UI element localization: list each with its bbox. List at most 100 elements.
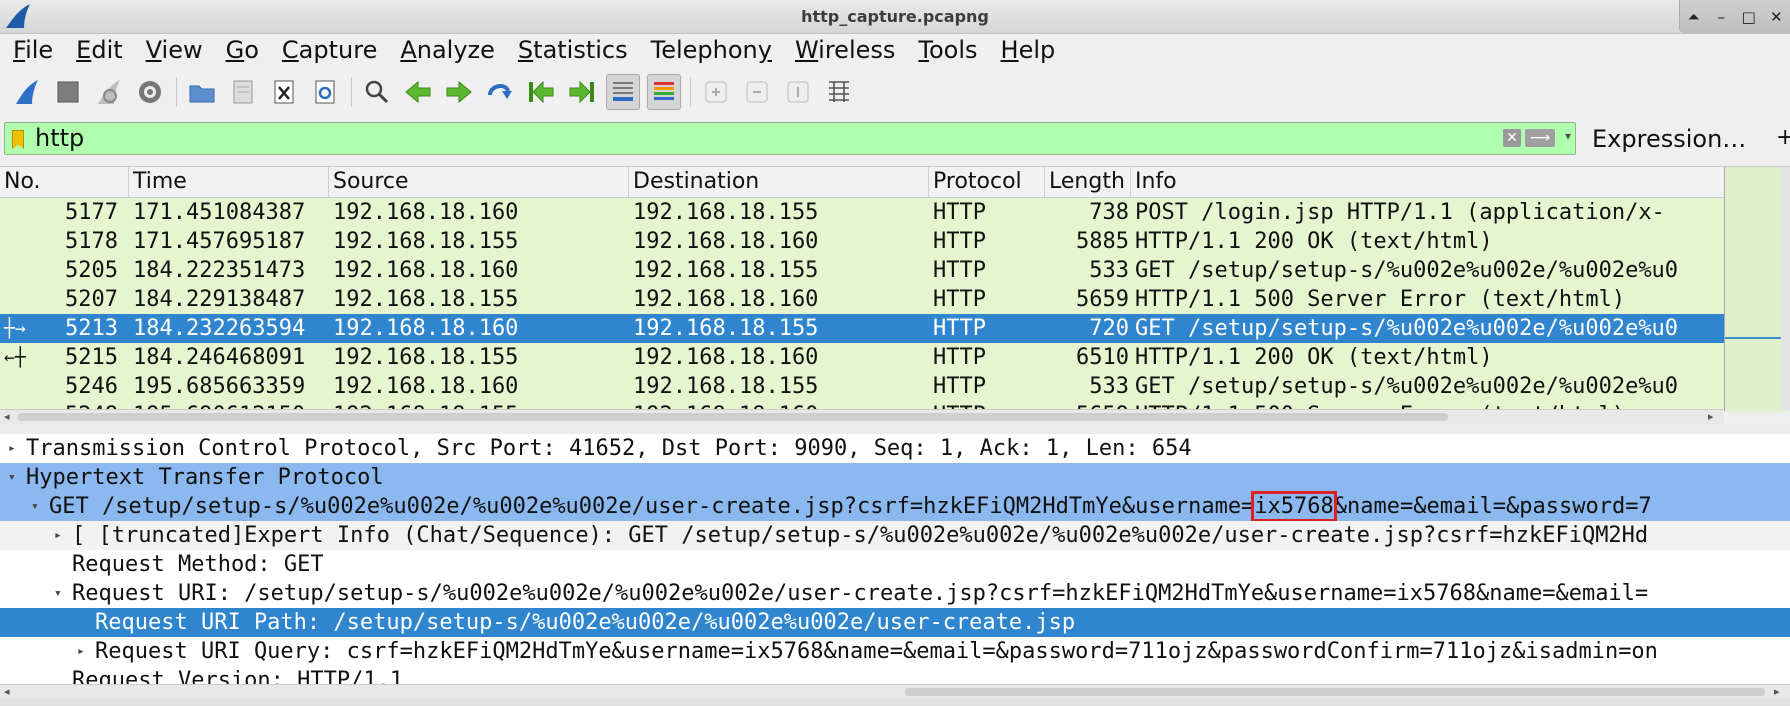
menu-go[interactable]: Go xyxy=(213,36,269,64)
column-header-source[interactable]: Source xyxy=(329,167,629,197)
minimize-window-button[interactable]: – xyxy=(1710,8,1732,26)
packet-row[interactable]: 5177 171.451084387 192.168.18.160 192.168.1… xyxy=(0,198,1724,227)
detail-tree-item[interactable]: ▸ Request URI Query: csrf=hzkEFiQM2HdTmYe… xyxy=(0,637,1790,666)
autoscroll-icon[interactable] xyxy=(606,74,640,110)
packet-row[interactable]: 5205 184.222351473 192.168.18.160 192.168.1… xyxy=(0,256,1724,285)
detail-tree-item[interactable]: Request URI Path: /setup/setup-s/%u002e%… xyxy=(0,608,1790,637)
apply-filter-icon[interactable]: ⟶ xyxy=(1525,129,1555,147)
column-header-length[interactable]: Length xyxy=(1045,167,1131,197)
packet-minimap[interactable] xyxy=(1724,167,1782,411)
packet-cell-proto: HTTP xyxy=(933,287,986,312)
last-packet-icon[interactable] xyxy=(565,74,599,110)
scrollbar-thumb[interactable] xyxy=(905,688,1765,696)
packet-cell-info: HTTP/1.1 200 OK (text/html) xyxy=(1135,229,1493,254)
scrollbar-thumb[interactable] xyxy=(18,413,1448,421)
menu-capture[interactable]: Capture xyxy=(269,36,387,64)
zoom-in-icon[interactable] xyxy=(699,74,733,110)
detail-tree-item[interactable]: ▾ GET /setup/setup-s/%u002e%u002e/%u002e%… xyxy=(0,491,1790,522)
packet-cell-dst: 192.168.18.160 xyxy=(633,345,819,370)
minimap-selection-marker xyxy=(1725,337,1782,339)
packet-list-horizontal-scrollbar[interactable]: ◂ ▸ xyxy=(0,409,1724,424)
packet-row[interactable]: ←┼ 5215 184.246468091 192.168.18.155 192.168… xyxy=(0,343,1724,372)
menu-tools[interactable]: Tools xyxy=(905,36,987,64)
packet-row[interactable]: 5246 195.685663359 192.168.18.160 192.168.1… xyxy=(0,372,1724,401)
column-header-info[interactable]: Info xyxy=(1131,167,1724,197)
filter-text[interactable]: http xyxy=(35,124,84,152)
menu-help[interactable]: Help xyxy=(988,36,1066,64)
packet-cell-len: 5885 xyxy=(1076,229,1129,254)
open-file-icon[interactable] xyxy=(185,74,219,110)
pane-splitter[interactable] xyxy=(0,424,1790,434)
scroll-left-icon[interactable]: ◂ xyxy=(4,685,10,698)
filter-bookmark-icon[interactable] xyxy=(12,130,24,149)
details-horizontal-scrollbar[interactable]: ◂ ▸ xyxy=(0,684,1790,699)
packet-cell-proto: HTTP xyxy=(933,345,986,370)
start-capture-icon[interactable] xyxy=(10,74,44,110)
packet-row[interactable]: ┼→ 5213 184.232263594 192.168.18.160 192.168… xyxy=(0,314,1724,343)
find-packet-icon[interactable] xyxy=(360,74,394,110)
packet-row[interactable]: 5178 171.457695187 192.168.18.155 192.168.1… xyxy=(0,227,1724,256)
go-to-packet-icon[interactable] xyxy=(483,74,517,110)
display-filter-input[interactable]: http ✕ ⟶ ▾ xyxy=(4,122,1576,155)
colorize-icon[interactable] xyxy=(647,74,681,110)
packet-cell-src: 192.168.18.155 xyxy=(333,287,519,312)
expression-button[interactable]: Expression… xyxy=(1592,125,1746,153)
detail-tree-item[interactable]: ▸ [ [truncated]Expert Info (Chat/Sequence… xyxy=(0,521,1790,550)
expanded-arrow-icon[interactable]: ▾ xyxy=(8,463,16,492)
zoom-out-icon[interactable] xyxy=(740,74,774,110)
collapsed-arrow-icon[interactable]: ▸ xyxy=(54,521,62,550)
detail-tree-item[interactable]: ▸ Transmission Control Protocol, Src Port… xyxy=(0,434,1790,463)
add-filter-button-icon[interactable]: + xyxy=(1776,125,1790,150)
menu-edit[interactable]: Edit xyxy=(63,36,132,64)
display-filter-toolbar: http ✕ ⟶ ▾ Expression… + xyxy=(0,121,1790,157)
menu-analyze[interactable]: Analyze xyxy=(387,36,505,64)
stop-capture-icon[interactable] xyxy=(51,74,85,110)
column-header-time[interactable]: Time xyxy=(129,167,329,197)
menu-file[interactable]: File xyxy=(0,36,63,64)
collapsed-arrow-icon[interactable]: ▸ xyxy=(77,637,85,666)
packet-list-vertical-scrollbar[interactable] xyxy=(1781,167,1790,411)
column-header-destination[interactable]: Destination xyxy=(629,167,929,197)
detail-tree-item[interactable]: Request Version: HTTP/1.1 xyxy=(0,666,1790,684)
detail-tree-item[interactable]: ▾ Request URI: /setup/setup-s/%u002e%u002… xyxy=(0,579,1790,608)
detail-tree-item[interactable]: Request Method: GET xyxy=(0,550,1790,579)
packet-cell-src: 192.168.18.160 xyxy=(333,316,519,341)
expanded-arrow-icon[interactable]: ▾ xyxy=(54,579,62,608)
packet-cell-info: GET /setup/setup-s/%u002e%u002e/%u002e%u… xyxy=(1135,316,1679,341)
expanded-arrow-icon[interactable]: ▾ xyxy=(31,492,39,521)
close-file-icon[interactable] xyxy=(267,74,301,110)
filter-history-dropdown-icon[interactable]: ▾ xyxy=(1565,129,1571,143)
reload-file-icon[interactable] xyxy=(308,74,342,110)
menu-label-part: iew xyxy=(161,36,203,64)
detail-tree-item[interactable]: ▾ Hypertext Transfer Protocol xyxy=(0,463,1790,492)
go-back-icon[interactable] xyxy=(401,74,435,110)
packet-cell-dst: 192.168.18.160 xyxy=(633,229,819,254)
menu-telephony[interactable]: Telephony xyxy=(638,36,782,64)
scroll-right-icon[interactable]: ▸ xyxy=(1774,685,1780,698)
resize-columns-icon[interactable] xyxy=(822,74,856,110)
scroll-left-icon[interactable]: ◂ xyxy=(4,410,10,423)
packet-row[interactable]: 5207 184.229138487 192.168.18.155 192.168.1… xyxy=(0,285,1724,314)
go-forward-icon[interactable] xyxy=(442,74,476,110)
packet-cell-no: 5178 xyxy=(65,229,118,254)
column-header-no[interactable]: No. xyxy=(0,167,129,197)
scroll-right-icon[interactable]: ▸ xyxy=(1708,410,1714,423)
capture-options-icon[interactable] xyxy=(133,74,167,110)
column-header-protocol[interactable]: Protocol xyxy=(929,167,1045,197)
normal-size-icon[interactable] xyxy=(781,74,815,110)
save-file-icon[interactable] xyxy=(226,74,260,110)
menu-label-part: ireless xyxy=(818,36,896,64)
clear-filter-icon[interactable]: ✕ xyxy=(1503,129,1521,147)
first-packet-icon[interactable] xyxy=(524,74,558,110)
packet-cell-info: POST /login.jsp HTTP/1.1 (application/x- xyxy=(1135,200,1665,225)
maximize-window-button[interactable]: □ xyxy=(1738,8,1760,26)
shade-window-button[interactable]: ⏶ xyxy=(1683,8,1705,26)
restart-capture-icon[interactable] xyxy=(92,74,126,110)
menu-wireless[interactable]: Wireless xyxy=(782,36,905,64)
menu-statistics[interactable]: Statistics xyxy=(505,36,638,64)
packet-cell-dst: 192.168.18.155 xyxy=(633,374,819,399)
close-window-button[interactable]: ✕ xyxy=(1765,8,1787,26)
menu-view[interactable]: View xyxy=(133,36,213,64)
status-bar xyxy=(0,698,1790,706)
collapsed-arrow-icon[interactable]: ▸ xyxy=(8,434,16,463)
